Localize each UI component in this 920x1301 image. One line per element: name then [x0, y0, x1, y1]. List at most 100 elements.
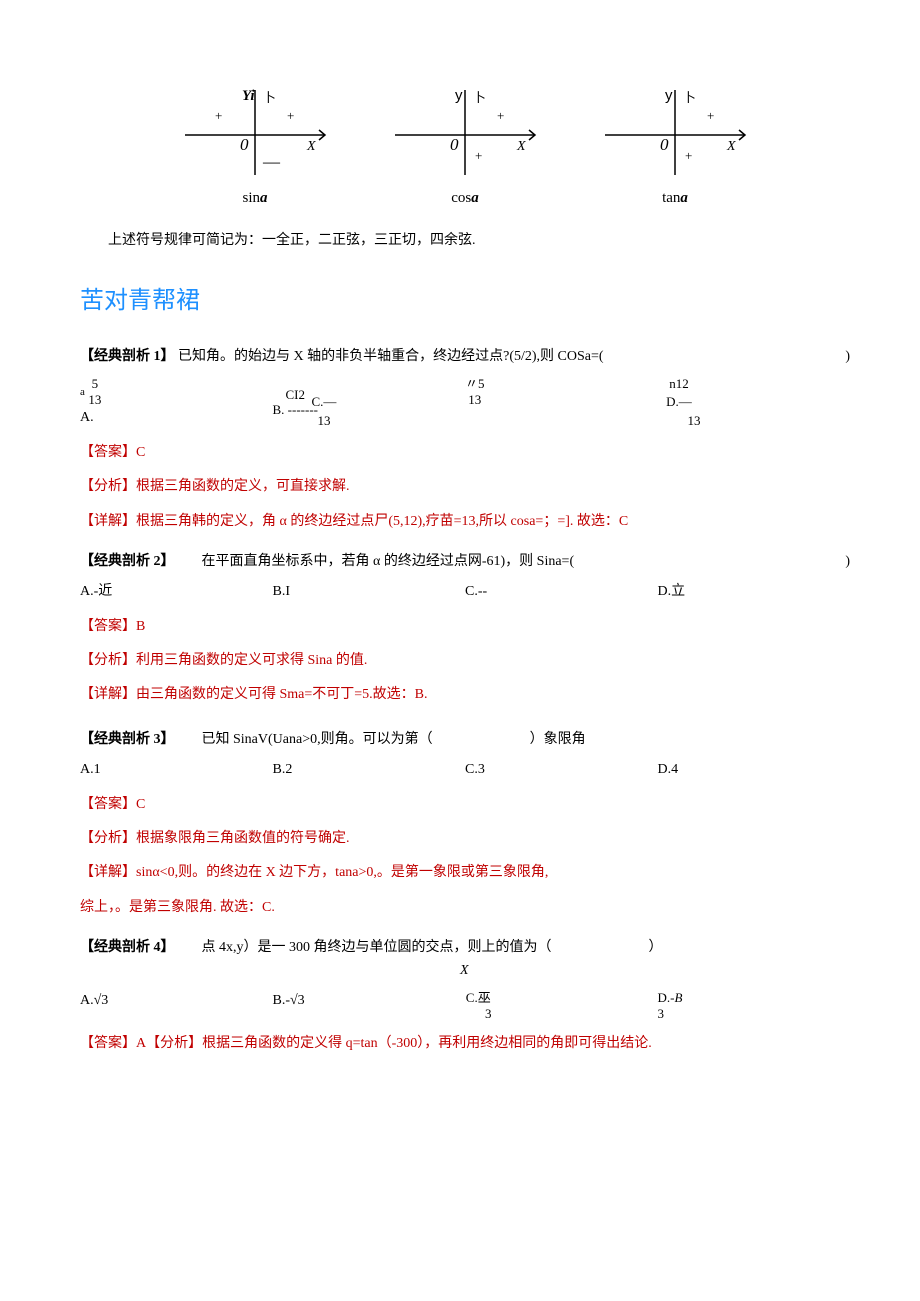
option-d: n12 D.— 13 — [658, 376, 851, 428]
problem-3-detail: 【详解】sinα<0,则。的终边在 X 边下方，tana>0,。是第一象限或第三… — [80, 862, 850, 884]
problem-3-options: A.1 B.2 C.3 D.4 — [80, 759, 850, 781]
problem-2-answer: 【答案】B — [80, 616, 850, 638]
option-a: a 5 13 A. — [80, 376, 273, 430]
opt-d-var: B — [674, 990, 682, 1005]
detail-text: sinα<0,则。的终边在 X 边下方，tana>0,。是第一象限或第三象限角, — [136, 865, 548, 880]
option-c: 〃5 13 — [465, 376, 658, 407]
problem-2: 【经典剖析 2】 在平面直角坐标系中，若角 α 的终边经过点网-61)，则 Si… — [80, 551, 850, 707]
option-b: CI2 B. ------- C.— 13 — [273, 376, 466, 428]
sign-diagram-row: Yi 卜 0 X + + — sina y 卜 0 X + + cosa — [150, 80, 780, 210]
problem-2-analysis: 【分析】利用三角函数的定义可求得 Sina 的值. — [80, 650, 850, 672]
quad1: + — [497, 108, 504, 123]
problem-3-title: 【经典剖析 3】 — [80, 732, 175, 747]
problem-3-text: 已知 SinaV(Uana>0,则角。可以为第（ — [202, 732, 433, 747]
problem-1-title: 【经典剖析 1】 — [80, 349, 175, 364]
problem-4-stem: 【经典剖析 4】 点 4x,y）是一 300 角终边与单位圆的交点，则上的值为（… — [80, 937, 850, 982]
opt-a-bot: 13 — [88, 392, 101, 408]
detail-label: 【详解】 — [80, 514, 136, 529]
option-c: C.-- — [465, 581, 658, 603]
problem-4-text: 点 4x,y）是一 300 角终边与单位圆的交点，则上的值为（ — [202, 940, 552, 955]
analysis-label: 【分析】 — [80, 653, 136, 668]
problem-3-close: ）象限角 — [530, 732, 586, 747]
answer-value: C — [136, 445, 145, 460]
problem-1-options: a 5 13 A. CI2 B. ------- C.— 13 — [80, 376, 850, 430]
analysis-label: 【分析】 — [146, 1036, 202, 1051]
analysis-text: 根据象限角三角函数值的符号确定. — [136, 831, 350, 846]
option-c: C.巫 3 — [465, 990, 658, 1021]
caption-func: sin — [242, 190, 260, 206]
x-label: X — [726, 139, 736, 154]
opt-a-sup: a — [80, 386, 85, 398]
axis-mark: 卜 — [683, 90, 696, 105]
axes-tan-caption: tana — [662, 186, 688, 210]
option-d: D.4 — [658, 759, 851, 781]
opt-d-main: D.- — [658, 990, 675, 1005]
problem-2-stem: 【经典剖析 2】 在平面直角坐标系中，若角 α 的终边经过点网-61)，则 Si… — [80, 551, 850, 573]
opt-c-top: 〃5 — [465, 376, 485, 392]
origin-label: 0 — [450, 135, 459, 154]
opt-c-bot: 13 — [465, 392, 485, 408]
problem-1-text: 已知角。的始边与 X 轴的非负半轴重合，终边经过点?(5/2),则 COSa=( — [178, 349, 604, 364]
problem-3-answer: 【答案】C — [80, 794, 850, 816]
problem-3-detail2: 综上，。是第三象限角. 故选：C. — [80, 897, 850, 919]
analysis-text: 利用三角函数的定义可求得 Sina 的值. — [136, 653, 367, 668]
option-b: B.I — [273, 581, 466, 603]
problem-2-close: ) — [845, 551, 850, 573]
answer-label: 【答案】 — [80, 445, 136, 460]
opt-a-label: A. — [80, 410, 94, 425]
axis-mark: 卜 — [263, 90, 276, 105]
analysis-label: 【分析】 — [80, 479, 136, 494]
problem-1-stem: 【经典剖析 1】 已知角。的始边与 X 轴的非负半轴重合，终边经过点?(5/2)… — [80, 346, 850, 368]
analysis-text: 根据三角函数的定义得 q=tan（-300），再利用终边相同的角即可得出结论. — [202, 1036, 652, 1051]
origin-label: 0 — [660, 135, 669, 154]
caption-var: a — [471, 190, 479, 206]
opt-d-label: D.— — [666, 392, 692, 413]
section-heading: 苦对青帮裙 — [80, 282, 850, 320]
problem-4: 【经典剖析 4】 点 4x,y）是一 300 角终边与单位圆的交点，则上的值为（… — [80, 937, 850, 1055]
axes-cos-svg: y 卜 0 X + + — [385, 80, 545, 180]
opt-c-main: C.巫 — [465, 990, 492, 1006]
problem-4-title: 【经典剖析 4】 — [80, 940, 175, 955]
answer-label: 【答案】 — [80, 619, 136, 634]
problem-3-stem: 【经典剖析 3】 已知 SinaV(Uana>0,则角。可以为第（ ）象限角 — [80, 729, 850, 751]
quad1: + — [287, 108, 294, 123]
quad1: + — [707, 108, 714, 123]
problem-1-close: ) — [845, 346, 850, 368]
opt-d-bot: 13 — [688, 413, 701, 429]
answer-label: 【答案】 — [80, 1036, 136, 1051]
problem-2-title: 【经典剖析 2】 — [80, 554, 175, 569]
y-label: y — [455, 87, 463, 104]
problem-1-detail: 【详解】根据三角韩的定义，角 α 的终边经过点尸(5,12),疗苗=13,所以 … — [80, 511, 850, 533]
origin-label: 0 — [240, 135, 249, 154]
problem-1-answer: 【答案】C — [80, 442, 850, 464]
option-c: C.3 — [465, 759, 658, 781]
axes-sin: Yi 卜 0 X + + — sina — [175, 80, 335, 210]
axes-cos: y 卜 0 X + + cosa — [385, 80, 545, 210]
problem-3-analysis: 【分析】根据象限角三角函数值的符号确定. — [80, 828, 850, 850]
option-d: D.-B 3 — [658, 990, 851, 1021]
problem-1: 【经典剖析 1】 已知角。的始边与 X 轴的非负半轴重合，终边经过点?(5/2)… — [80, 346, 850, 533]
axes-sin-svg: Yi 卜 0 X + + — — [175, 80, 335, 180]
axes-tan: y 卜 0 X + + tana — [595, 80, 755, 210]
detail-label: 【详解】 — [80, 687, 136, 702]
option-a: A.1 — [80, 759, 273, 781]
caption-var: a — [680, 190, 688, 206]
problem-2-detail: 【详解】由三角函数的定义可得 Sma=不可丁=5.故选：B. — [80, 684, 850, 706]
x-label: X — [516, 139, 526, 154]
analysis-text: 根据三角函数的定义，可直接求解. — [136, 479, 350, 494]
opt-b-bot: 13 — [311, 413, 336, 429]
detail-label: 【详解】 — [80, 865, 136, 880]
quad4: — — [262, 152, 281, 171]
problem-4-options: A.√3 B.-√3 C.巫 3 D.-B 3 — [80, 990, 850, 1021]
option-b: B.2 — [273, 759, 466, 781]
problem-4-sub: X — [460, 960, 850, 982]
caption-func: tan — [662, 190, 680, 206]
opt-d-bot: 3 — [658, 1006, 683, 1022]
opt-d-top: n12 — [658, 376, 701, 392]
option-a: A.-近 — [80, 581, 273, 603]
detail-text: 由三角函数的定义可得 Sma=不可丁=5.故选：B. — [136, 687, 428, 702]
y-label: Yi — [242, 88, 255, 104]
detail-text: 根据三角韩的定义，角 α 的终边经过点尸(5,12),疗苗=13,所以 cosa… — [136, 514, 628, 529]
axes-cos-caption: cosa — [451, 186, 479, 210]
x-label: X — [306, 139, 316, 154]
